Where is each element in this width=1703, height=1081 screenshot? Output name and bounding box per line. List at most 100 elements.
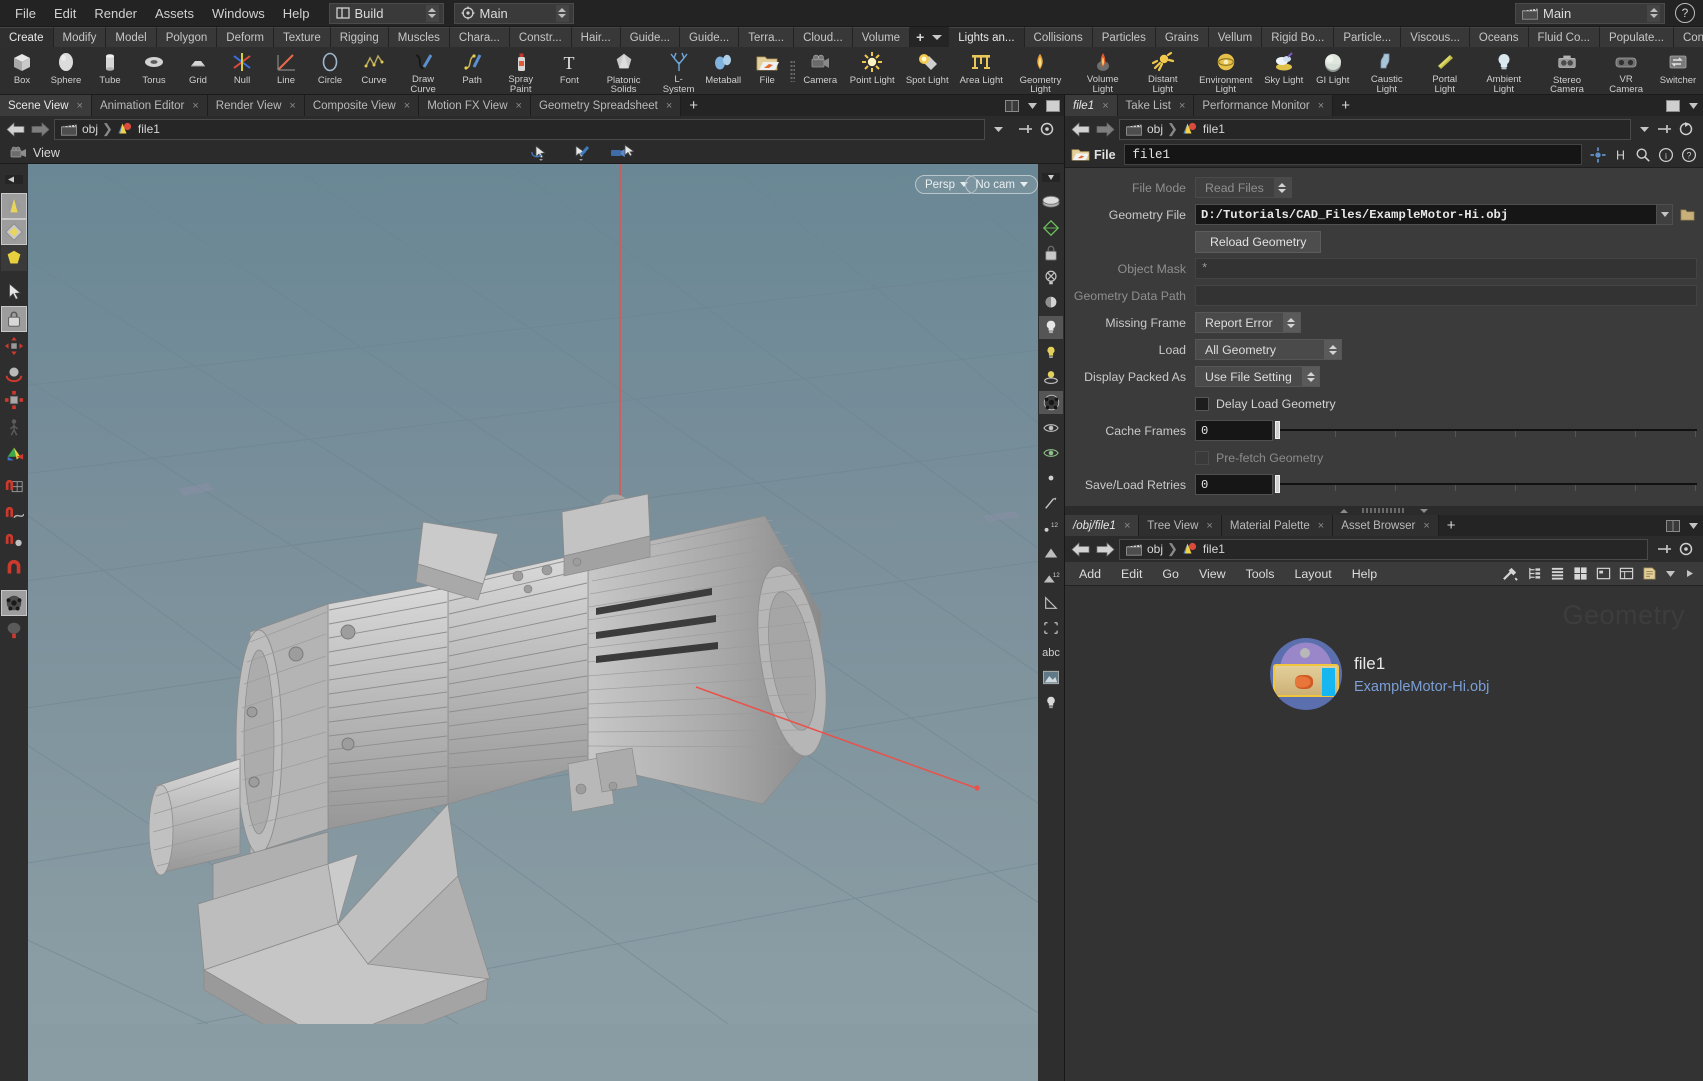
lock-icon[interactable] bbox=[1, 306, 27, 332]
shelf-tool-box[interactable]: Box bbox=[0, 47, 44, 94]
shelf-tab-guide2[interactable]: Guide... bbox=[680, 27, 739, 47]
background-image-icon[interactable] bbox=[1039, 666, 1063, 689]
show-prim-numbers-icon[interactable]: 12 bbox=[1039, 566, 1063, 589]
param-pane-caret-icon[interactable] bbox=[1684, 95, 1703, 116]
param-pane-maximize-icon[interactable] bbox=[1662, 95, 1684, 116]
geometry-data-path-input[interactable] bbox=[1195, 285, 1697, 306]
shelf-tab-muscles[interactable]: Muscles bbox=[389, 27, 450, 47]
refresh-icon[interactable] bbox=[1039, 121, 1055, 137]
save-load-retries-input[interactable]: 0 bbox=[1195, 474, 1273, 495]
shelf2-tab-lights[interactable]: Lights an... bbox=[949, 27, 1024, 47]
shelf-tool-tube[interactable]: Tube bbox=[88, 47, 132, 94]
light-bulb-icon[interactable] bbox=[1039, 691, 1063, 714]
shelf-tool-stereo-camera[interactable]: Stereo Camera bbox=[1535, 47, 1600, 94]
geometry-file-dropdown-caret-icon[interactable] bbox=[1657, 204, 1673, 225]
shelf2-tab-grains[interactable]: Grains bbox=[1156, 27, 1209, 47]
menu-edit[interactable]: Edit bbox=[45, 3, 85, 24]
network-pane-caret-icon[interactable] bbox=[1684, 515, 1703, 536]
cache-frames-input[interactable]: 0 bbox=[1195, 420, 1273, 441]
show-geometry-icon[interactable] bbox=[1039, 416, 1063, 439]
help-icon[interactable]: ? bbox=[1675, 3, 1695, 23]
pin-icon[interactable] bbox=[1017, 121, 1033, 137]
tab-performance-monitor[interactable]: Performance Monitor× bbox=[1194, 95, 1333, 116]
shelf-tab-deform[interactable]: Deform bbox=[217, 27, 274, 47]
tab-animation-editor[interactable]: Animation Editor× bbox=[92, 95, 208, 116]
shelf-grip-handle[interactable] bbox=[789, 47, 796, 94]
shelf-tool-grid[interactable]: Grid bbox=[176, 47, 220, 94]
tab-composite-view[interactable]: Composite View× bbox=[305, 95, 419, 116]
shelf-tool-geometry-light[interactable]: Geometry Light bbox=[1008, 47, 1073, 94]
gear-icon[interactable] bbox=[1590, 147, 1606, 163]
shelf-tool-gi-light[interactable]: GI Light bbox=[1309, 47, 1357, 94]
param-refresh-icon[interactable] bbox=[1678, 121, 1694, 137]
headlight-icon[interactable] bbox=[1039, 291, 1063, 314]
grid-view-icon[interactable] bbox=[1573, 566, 1588, 581]
shelf-add-tab-button[interactable]: + bbox=[910, 27, 930, 47]
network-menu-edit[interactable]: Edit bbox=[1111, 562, 1152, 585]
pane-splitter[interactable] bbox=[1065, 506, 1703, 515]
shelf-tool-metaball[interactable]: Metaball bbox=[701, 47, 745, 94]
network-menu-go[interactable]: Go bbox=[1152, 562, 1189, 585]
file-mode-dropdown[interactable]: Read Files bbox=[1195, 177, 1292, 198]
shelf-tab-modify[interactable]: Modify bbox=[54, 27, 107, 47]
shelf2-tab-vellum[interactable]: Vellum bbox=[1209, 27, 1263, 47]
network-breadcrumb-obj[interactable]: obj bbox=[1126, 542, 1163, 556]
paint-tool-icon[interactable] bbox=[1, 617, 27, 643]
shelf-tool-switcher[interactable]: Switcher bbox=[1653, 47, 1703, 94]
network-refresh-icon[interactable] bbox=[1678, 541, 1694, 557]
param-breadcrumb-file1[interactable]: file1 bbox=[1182, 122, 1225, 136]
shelf-tool-distant-light[interactable]: Distant Light bbox=[1133, 47, 1193, 94]
lock-camera-icon[interactable] bbox=[1039, 241, 1063, 264]
snapshot-icon[interactable] bbox=[1619, 566, 1634, 581]
takes-selector-spinner[interactable] bbox=[1647, 5, 1660, 22]
shelf2-tab-collisions[interactable]: Collisions bbox=[1025, 27, 1093, 47]
tab-tree-view-close-icon[interactable]: × bbox=[1206, 520, 1212, 532]
menu-file[interactable]: File bbox=[6, 3, 45, 24]
nav-forward-icon[interactable] bbox=[29, 119, 51, 139]
prefetch-geometry-checkbox[interactable] bbox=[1195, 451, 1209, 465]
scale-tool-icon[interactable] bbox=[1, 387, 27, 413]
tab-take-list[interactable]: Take List× bbox=[1118, 95, 1195, 116]
shelf-tab-overflow-caret-icon[interactable] bbox=[930, 27, 949, 47]
menu-windows[interactable]: Windows bbox=[203, 3, 274, 24]
network-breadcrumb-file1[interactable]: file1 bbox=[1182, 542, 1225, 556]
param-nav-forward-icon[interactable] bbox=[1094, 119, 1116, 139]
snap-point-icon[interactable] bbox=[1, 529, 27, 555]
tree-list-icon[interactable] bbox=[1527, 566, 1542, 581]
object-mask-input[interactable]: * bbox=[1195, 258, 1697, 279]
param-breadcrumb-obj[interactable]: obj bbox=[1126, 122, 1163, 136]
shelf-tool-file[interactable]: File bbox=[745, 47, 789, 94]
shelf2-tab-rigidbodies[interactable]: Rigid Bo... bbox=[1262, 27, 1334, 47]
tab-material-palette[interactable]: Material Palette× bbox=[1222, 515, 1333, 536]
snap-multi-icon[interactable] bbox=[1, 556, 27, 582]
tab-param-file1[interactable]: file1× bbox=[1065, 95, 1118, 116]
nav-back-icon[interactable] bbox=[4, 119, 26, 139]
menu-assets[interactable]: Assets bbox=[146, 3, 203, 24]
tab-scene-view-close-icon[interactable]: × bbox=[77, 100, 83, 112]
list-view-icon[interactable] bbox=[1550, 566, 1565, 581]
shelf-tab-clouds[interactable]: Cloud... bbox=[794, 27, 853, 47]
network-pane-maximize-icon[interactable] bbox=[1662, 515, 1684, 536]
pane-split-icon[interactable] bbox=[1042, 95, 1064, 116]
rotate-tool-icon[interactable] bbox=[1, 360, 27, 386]
shelf-tool-area-light[interactable]: Area Light bbox=[954, 47, 1008, 94]
shelf-tab-hair[interactable]: Hair... bbox=[572, 27, 621, 47]
breadcrumb-file1[interactable]: file1 bbox=[117, 122, 160, 136]
network-node-file1[interactable]: file1 ExampleMotor-Hi.obj bbox=[1270, 638, 1489, 710]
tab-param-file1-close-icon[interactable]: × bbox=[1102, 100, 1108, 112]
parameter-path-field[interactable]: obj ❯ file1 bbox=[1119, 119, 1631, 140]
geometry-select-mode-icon[interactable] bbox=[1, 219, 27, 245]
shelf-tool-camera[interactable]: Camera bbox=[796, 47, 844, 94]
file-mode-spinner-icon[interactable] bbox=[1274, 178, 1291, 197]
tab-material-palette-close-icon[interactable]: × bbox=[1318, 520, 1324, 532]
desktop-selector[interactable]: Build bbox=[329, 3, 444, 24]
pathbar-caret-icon[interactable] bbox=[993, 124, 1004, 134]
pane-layout-caret-icon[interactable] bbox=[1023, 95, 1042, 116]
tab-network-objfile1-close-icon[interactable]: × bbox=[1124, 520, 1130, 532]
shelf-tool-point-light[interactable]: Point Light bbox=[844, 47, 900, 94]
network-menu-add[interactable]: Add bbox=[1069, 562, 1111, 585]
shelf-tab-constraints[interactable]: Constr... bbox=[510, 27, 572, 47]
missing-frame-dropdown[interactable]: Report Error bbox=[1195, 312, 1301, 333]
shelf-tab-terrain[interactable]: Terra... bbox=[739, 27, 794, 47]
network-path-field[interactable]: obj ❯ file1 bbox=[1119, 539, 1648, 560]
